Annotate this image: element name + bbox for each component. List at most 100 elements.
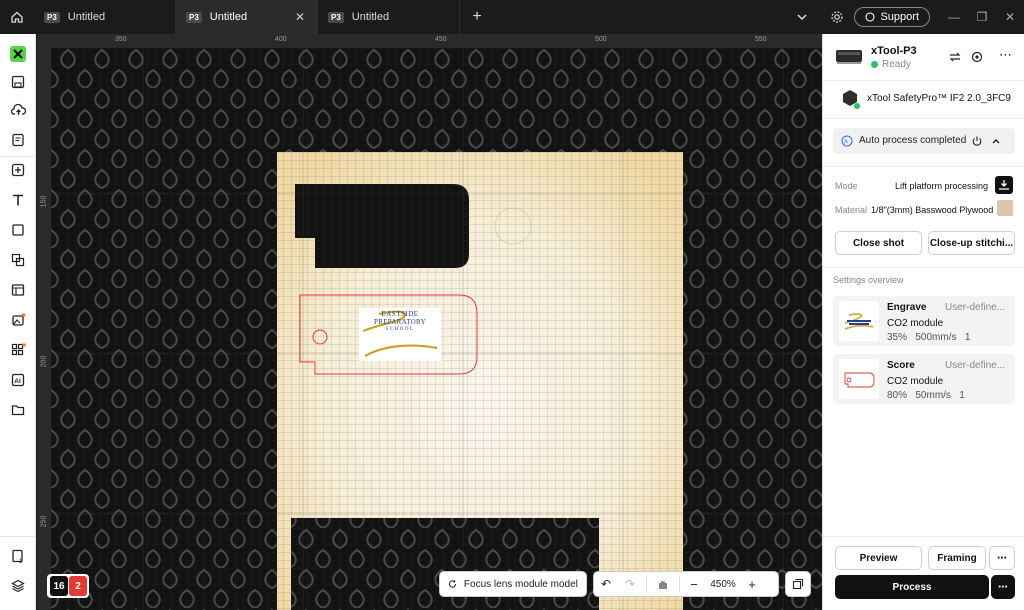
page-count-icon[interactable]: 1 <box>8 546 28 566</box>
layer-params: 80% 50mm/s 1 <box>887 390 965 401</box>
copy-view-button[interactable] <box>785 571 811 597</box>
text-tool-icon[interactable] <box>8 190 28 210</box>
more-options-icon: ⋯ <box>998 581 1008 593</box>
logo-line-2: PREPARATORY <box>374 318 426 326</box>
more-options-icon[interactable]: ⋯ <box>999 47 1012 63</box>
school-logo[interactable]: EASTSIDE PREPARATORY SCHOOL <box>359 310 441 334</box>
material-label: Material <box>835 205 868 215</box>
gear-icon[interactable] <box>830 10 844 24</box>
score-thumbnail <box>839 359 879 399</box>
zoom-out-button[interactable]: − <box>684 577 704 592</box>
app-logo-icon[interactable] <box>8 44 28 64</box>
layer-passes: 1 <box>964 332 971 343</box>
image-library-icon[interactable] <box>8 310 28 330</box>
layer-speed: 50mm/s <box>915 390 951 401</box>
plus-icon: + <box>472 8 482 25</box>
chevron-up-icon[interactable] <box>991 136 1001 146</box>
score-layer-card[interactable]: Score User-define... CO2 module 80% 50mm… <box>833 354 1015 404</box>
ai-image-icon[interactable]: AI <box>8 370 28 390</box>
layer-name: Engrave <box>887 302 927 313</box>
layout-panel-icon[interactable] <box>8 280 28 300</box>
layers-icon[interactable] <box>8 576 28 596</box>
divider <box>823 536 1024 537</box>
closeup-stitch-button[interactable]: Close-up stitchi... <box>928 231 1015 255</box>
material-swatch[interactable] <box>997 200 1013 216</box>
combine-shapes-icon[interactable] <box>8 250 28 270</box>
design-canvas[interactable]: EASTSIDE PREPARATORY SCHOOL 350 400 450 … <box>37 34 822 610</box>
view-controls: ↶ ↷ − 450% + <box>593 571 779 597</box>
preview-label: Preview <box>859 552 898 564</box>
shape-tool-icon[interactable] <box>8 220 28 240</box>
status-dot <box>871 61 878 68</box>
closeup-stitch-label: Close-up stitchi... <box>929 237 1014 249</box>
zoom-in-button[interactable]: + <box>742 577 762 592</box>
tab-label: Untitled <box>351 11 390 23</box>
focus-lens-selector[interactable]: Focus lens module model: M <box>439 571 587 597</box>
tab-badge: P3 <box>44 11 60 23</box>
ruler-tick-label: 150 <box>40 195 48 208</box>
ruler-tick-label: 550 <box>755 36 767 43</box>
home-button[interactable] <box>0 0 34 34</box>
svg-text:A: A <box>844 140 848 146</box>
process-button[interactable]: Process <box>835 575 989 599</box>
engrave-thumbnail <box>839 301 879 341</box>
preview-button[interactable]: Preview <box>835 546 922 570</box>
window-close-button[interactable]: ✕ <box>996 10 1024 24</box>
save-icon[interactable] <box>8 72 28 92</box>
warning-count-badge: 2 <box>69 576 87 596</box>
switch-device-icon[interactable] <box>949 51 961 63</box>
divider <box>679 576 680 592</box>
ruler-tick-label: 200 <box>40 355 48 368</box>
layer-count-badge: 16 <box>50 576 68 596</box>
lift-platform-button[interactable] <box>995 176 1013 194</box>
support-label: Support <box>880 11 919 23</box>
close-icon[interactable]: ✕ <box>295 10 305 24</box>
laser-device-icon <box>836 50 862 64</box>
ruler-tick-label: 500 <box>595 36 607 43</box>
tab-untitled-2[interactable]: P3 Untitled ✕ <box>176 0 318 34</box>
ruler-tick-label: 250 <box>40 515 48 528</box>
tab-untitled-1[interactable]: P3 Untitled <box>34 0 176 34</box>
layer-type: User-define... <box>945 360 1006 371</box>
tab-badge: P3 <box>186 11 202 23</box>
layer-module: CO2 module <box>887 318 944 329</box>
upload-cloud-icon[interactable] <box>8 100 28 120</box>
apps-grid-icon[interactable] <box>8 340 28 360</box>
framing-more-button[interactable]: ⋯ <box>989 546 1015 570</box>
divider <box>823 267 1024 268</box>
tab-label: Untitled <box>67 11 106 23</box>
pan-hand-icon[interactable] <box>651 578 675 590</box>
device-status-label: Ready <box>882 59 911 70</box>
headset-icon <box>865 12 876 22</box>
folder-icon[interactable] <box>8 400 28 420</box>
framing-button[interactable]: Framing <box>928 546 986 570</box>
maximize-button[interactable]: ❐ <box>968 10 996 24</box>
chevron-down-icon[interactable] <box>796 11 808 23</box>
minimize-button[interactable]: — <box>940 10 968 24</box>
edit-document-icon[interactable] <box>8 130 28 150</box>
auto-process-banner[interactable]: A Auto process completed <box>833 128 1015 154</box>
process-more-button[interactable]: ⋯ <box>991 575 1015 599</box>
target-icon[interactable] <box>971 51 983 63</box>
redo-icon[interactable]: ↷ <box>618 577 642 591</box>
power-icon[interactable] <box>971 135 983 147</box>
settings-overview-title: Settings overview <box>833 275 904 285</box>
divider <box>646 576 647 592</box>
engrave-layer-card[interactable]: Engrave User-define... CO2 module 35% 50… <box>833 296 1015 346</box>
add-tab-button[interactable]: + <box>460 0 494 34</box>
layer-status-group[interactable]: 16 2 <box>47 574 89 598</box>
lift-platform-icon <box>999 180 1009 190</box>
add-element-icon[interactable] <box>8 160 28 180</box>
copy-icon <box>792 578 804 590</box>
safetypro-device-icon <box>843 90 860 109</box>
support-button[interactable]: Support <box>854 7 930 27</box>
device-name: xTool-P3 <box>871 45 917 57</box>
undo-icon[interactable]: ↶ <box>594 577 618 591</box>
auto-process-label: Auto process completed <box>859 135 967 146</box>
tab-untitled-3[interactable]: P3 Untitled <box>318 0 460 34</box>
auto-process-icon: A <box>841 135 853 147</box>
close-shot-button[interactable]: Close shot <box>835 231 922 255</box>
right-panel: xTool-P3 Ready ⋯ xTool SafetyPro™ IF2 2.… <box>822 34 1024 610</box>
focus-lens-label: Focus lens module model: M <box>463 578 578 590</box>
layer-name: Score <box>887 360 915 371</box>
